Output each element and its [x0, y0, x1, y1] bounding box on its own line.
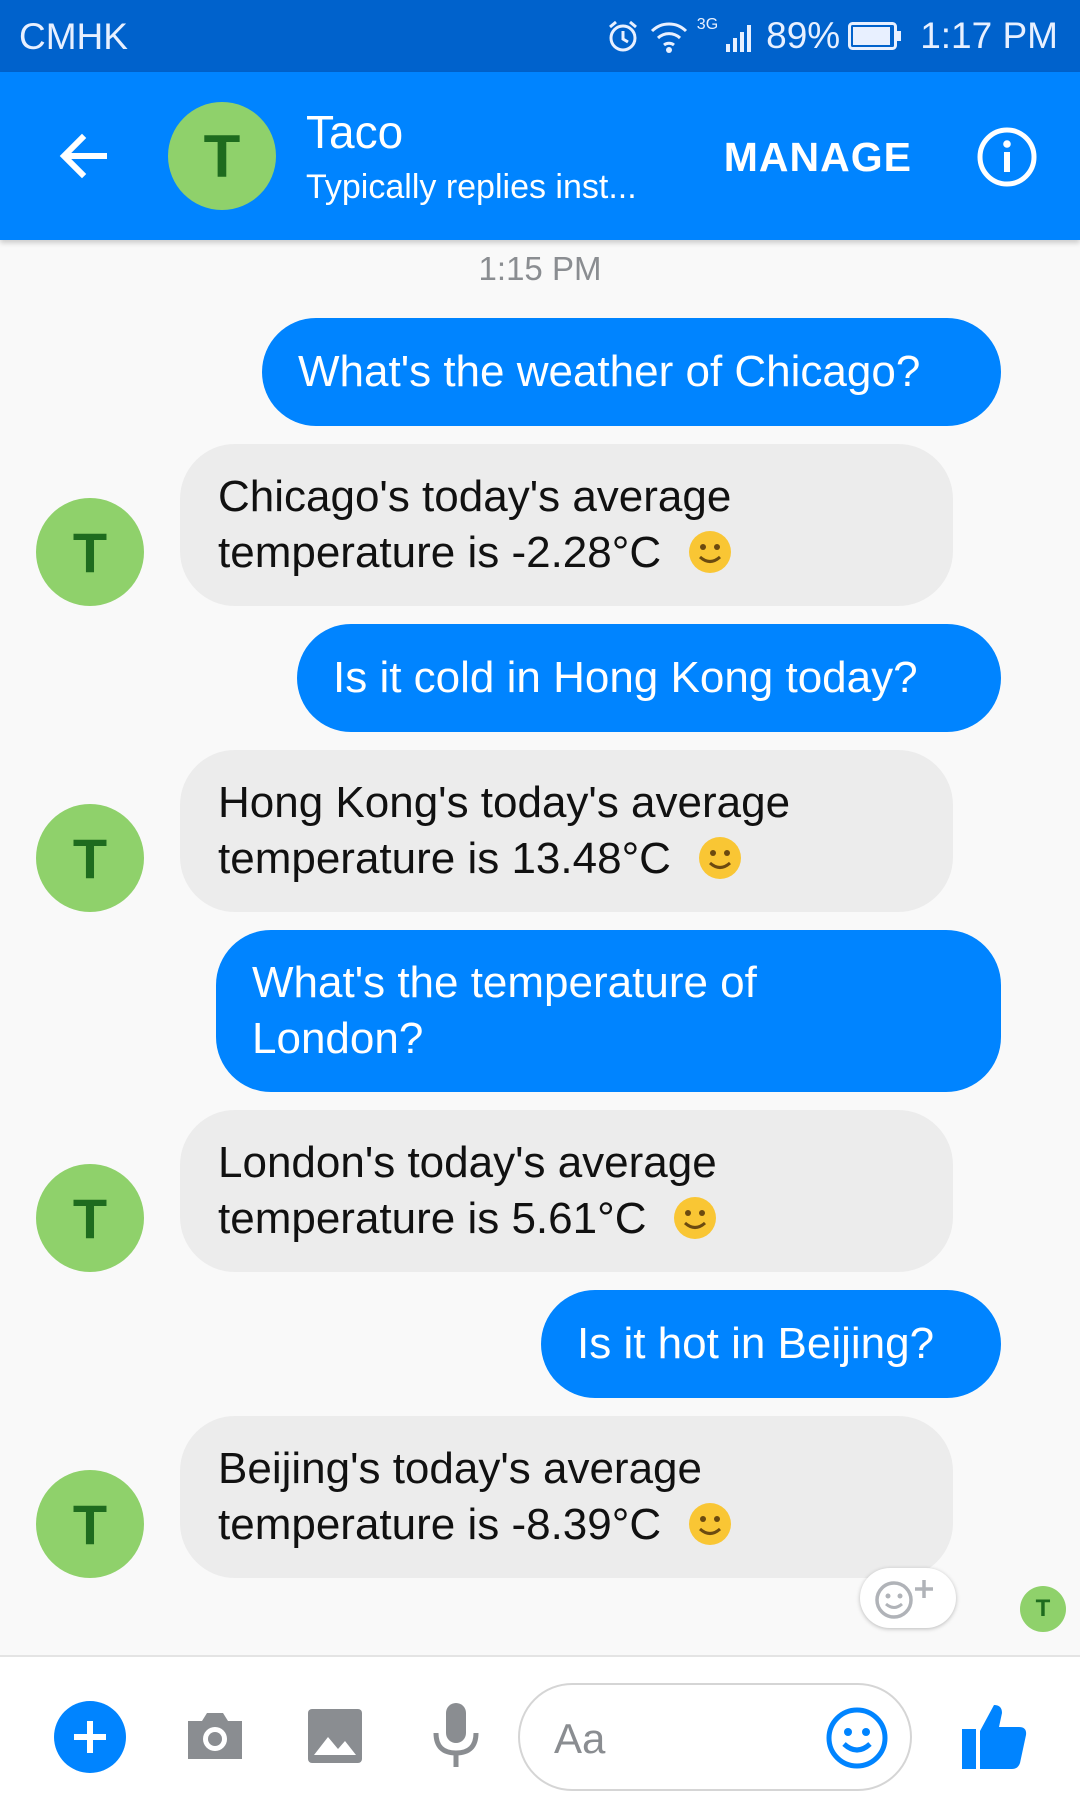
- message-text: What's the weather of Chicago?: [298, 347, 921, 396]
- add-reaction-icon: [875, 1580, 933, 1619]
- alarm-icon: [605, 18, 641, 54]
- message-line: temperature is -8.39°C: [218, 1500, 662, 1549]
- conversation-timestamp: 1:15 PM: [478, 250, 602, 287]
- bot-avatar[interactable]: T: [36, 1470, 144, 1578]
- smiling-face-icon: [689, 531, 732, 573]
- battery-icon: [848, 22, 902, 50]
- message-line: Beijing's today's average: [218, 1444, 702, 1493]
- network-type: 3G: [696, 16, 719, 33]
- battery-percent: 89%: [766, 15, 841, 56]
- emoji-icon: [826, 1707, 888, 1769]
- message-line: London's today's average: [218, 1138, 717, 1187]
- carrier-label: CMHK: [19, 16, 128, 57]
- emoji-button[interactable]: [824, 1705, 890, 1771]
- more-options-button[interactable]: [54, 1701, 126, 1773]
- back-button[interactable]: [52, 124, 116, 188]
- contact-status: Typically replies inst...: [306, 168, 637, 206]
- outgoing-message[interactable]: What's the temperature of London?: [216, 930, 1001, 1092]
- message-input[interactable]: Aa: [518, 1683, 912, 1791]
- message-line: temperature is -2.28°C: [218, 528, 662, 577]
- status-icons: 3G 89% 1:17 PM: [605, 14, 1058, 58]
- message-line: London?: [252, 1014, 424, 1063]
- wifi-icon: [649, 18, 689, 54]
- image-icon: [308, 1709, 362, 1763]
- thumbs-up-icon: [962, 1705, 1027, 1769]
- back-arrow-icon: [59, 133, 107, 179]
- seen-indicator-avatar: T: [1020, 1586, 1066, 1632]
- smiling-face-icon: [689, 1503, 732, 1545]
- add-reaction-button[interactable]: [860, 1568, 956, 1628]
- bot-avatar[interactable]: T: [36, 804, 144, 912]
- bot-avatar[interactable]: T: [36, 498, 144, 606]
- outgoing-message[interactable]: What's the weather of Chicago?: [262, 318, 1001, 426]
- message-text: Is it hot in Beijing?: [577, 1319, 935, 1368]
- manage-button[interactable]: MANAGE: [724, 134, 912, 181]
- status-bar: CMHK 3G 89% 1:17 PM: [0, 0, 1080, 72]
- camera-icon: [188, 1713, 242, 1759]
- incoming-message[interactable]: Chicago's today's average temperature is…: [180, 444, 953, 606]
- message-line: What's the temperature of: [252, 958, 757, 1007]
- outgoing-message[interactable]: Is it cold in Hong Kong today?: [297, 624, 1001, 732]
- smiling-face-icon: [674, 1197, 717, 1239]
- message-composer: Aa: [0, 1655, 1080, 1813]
- bot-avatar[interactable]: T: [36, 1164, 144, 1272]
- smiling-face-icon: [698, 837, 741, 879]
- incoming-message[interactable]: Beijing's today's average temperature is…: [180, 1416, 953, 1578]
- message-line: Chicago's today's average: [218, 472, 732, 521]
- plus-icon: [74, 1721, 106, 1753]
- message-line: Hong Kong's today's average: [218, 778, 791, 827]
- message-input-placeholder: Aa: [554, 1715, 606, 1762]
- like-button[interactable]: [958, 1697, 1030, 1773]
- incoming-message[interactable]: London's today's average temperature is …: [180, 1110, 953, 1272]
- contact-name[interactable]: Taco: [306, 105, 403, 159]
- contact-avatar[interactable]: T: [168, 102, 276, 210]
- message-line: temperature is 5.61°C: [218, 1194, 647, 1243]
- gallery-button[interactable]: [304, 1705, 366, 1767]
- message-line: temperature is 13.48°C: [218, 834, 671, 883]
- info-button[interactable]: [976, 126, 1038, 188]
- message-text: Is it cold in Hong Kong today?: [333, 653, 918, 702]
- conversation-header: T Taco Typically replies inst... MANAGE: [0, 72, 1080, 240]
- signal-icon: [726, 20, 756, 52]
- incoming-message[interactable]: Hong Kong's today's average temperature …: [180, 750, 953, 912]
- info-icon: [977, 127, 1037, 187]
- status-clock: 1:17 PM: [920, 15, 1058, 56]
- messenger-screen: CMHK 3G 89% 1:17 PM T Taco Typically rep…: [0, 0, 1080, 1813]
- camera-button[interactable]: [182, 1703, 248, 1769]
- voice-message-button[interactable]: [428, 1701, 484, 1773]
- microphone-icon: [433, 1703, 479, 1767]
- outgoing-message[interactable]: Is it hot in Beijing?: [541, 1290, 1001, 1398]
